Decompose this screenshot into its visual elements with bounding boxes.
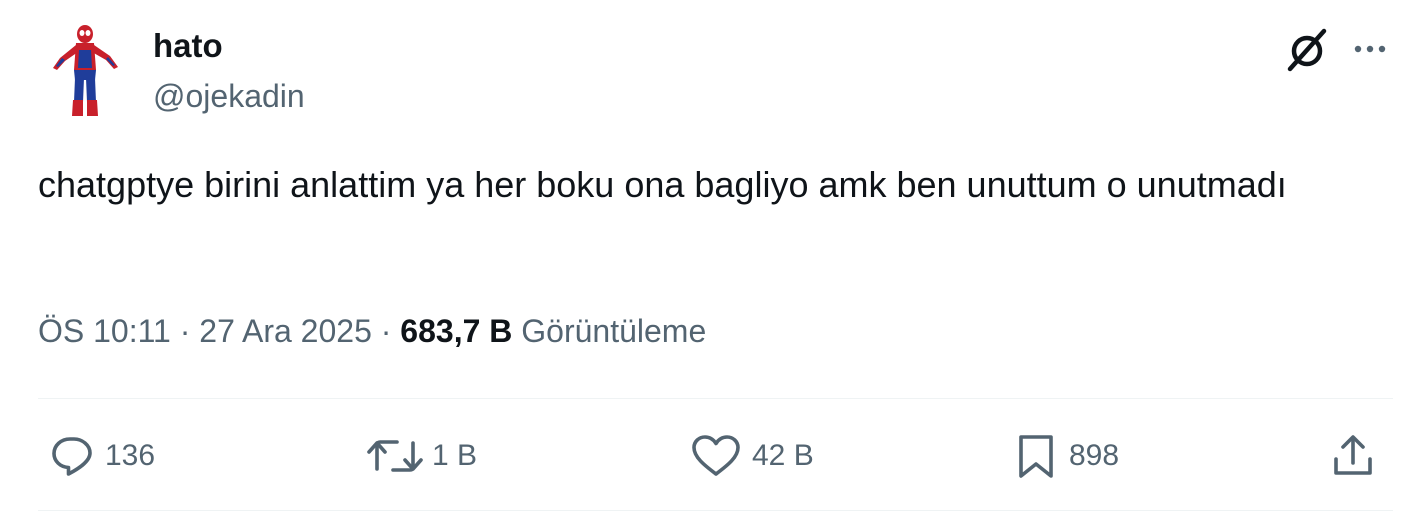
bookmark-button[interactable]: 898 xyxy=(1013,430,1119,482)
retweet-button[interactable]: 1 B xyxy=(366,430,477,482)
like-count: 42 B xyxy=(752,439,814,472)
retweet-count: 1 B xyxy=(432,439,478,472)
like-button[interactable]: 42 B xyxy=(690,430,814,482)
tweet-time[interactable]: ÖS 10:11 xyxy=(38,313,171,349)
tweet-meta: ÖS 10:11 · 27 Ara 2025 · 683,7 B Görüntü… xyxy=(38,311,706,351)
retweet-icon xyxy=(367,440,423,472)
author-handle[interactable]: @ojekadin xyxy=(153,77,305,115)
share-button[interactable] xyxy=(1330,430,1376,482)
meta-separator: · xyxy=(179,313,191,349)
bookmark-icon xyxy=(1019,435,1053,478)
grok-icon[interactable] xyxy=(1282,25,1332,75)
author-name[interactable]: hato xyxy=(153,27,223,65)
reply-button[interactable]: 136 xyxy=(49,430,155,482)
tweet-date[interactable]: 27 Ara 2025 xyxy=(199,313,372,349)
views-count: 683,7 B xyxy=(400,313,513,349)
heart-icon xyxy=(692,435,740,476)
reply-icon xyxy=(52,437,92,476)
avatar[interactable] xyxy=(38,20,134,116)
divider xyxy=(38,398,1393,399)
reply-count: 136 xyxy=(105,439,156,472)
views-label: Görüntüleme xyxy=(521,313,707,349)
divider xyxy=(38,510,1393,511)
bookmark-count: 898 xyxy=(1069,439,1120,472)
spiderman-avatar-icon xyxy=(53,25,118,116)
share-icon xyxy=(1334,435,1372,475)
more-options-icon[interactable] xyxy=(1350,34,1390,64)
meta-separator: · xyxy=(380,313,392,349)
tweet-text: chatgptye birini anlattim ya her boku on… xyxy=(38,164,1287,205)
